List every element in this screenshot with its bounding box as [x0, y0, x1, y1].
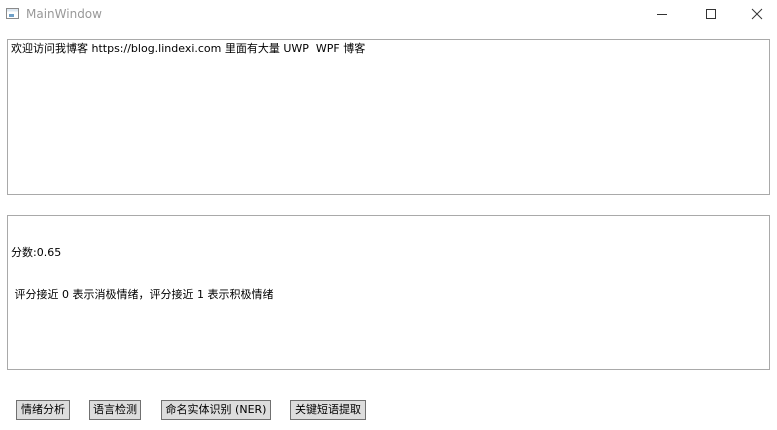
named-entity-recognition-button[interactable]: 命名实体识别 (NER)	[161, 400, 271, 420]
minimize-icon	[657, 14, 667, 15]
app-window-icon	[6, 8, 19, 19]
main-window: MainWindow 欢迎访问我博客 https://blog.lindexi.…	[0, 0, 777, 430]
maximize-button[interactable]	[688, 0, 734, 28]
minimize-button[interactable]	[639, 0, 685, 28]
result-textbox[interactable]: 分数:0.65 评分接近 0 表示消极情绪，评分接近 1 表示积极情绪	[7, 215, 770, 370]
title-bar: MainWindow	[0, 0, 777, 30]
score-text: 分数:0.65	[11, 246, 62, 259]
score-explanation-text: 评分接近 0 表示消极情绪，评分接近 1 表示积极情绪	[11, 288, 274, 301]
key-phrase-extraction-button[interactable]: 关键短语提取	[290, 400, 366, 420]
window-title: MainWindow	[26, 7, 102, 21]
sentiment-analysis-button[interactable]: 情绪分析	[16, 400, 70, 420]
maximize-icon	[706, 9, 716, 19]
input-textbox[interactable]: 欢迎访问我博客 https://blog.lindexi.com 里面有大量 U…	[7, 39, 770, 195]
language-detection-button[interactable]: 语言检测	[89, 400, 141, 420]
close-button[interactable]	[734, 0, 777, 28]
close-icon	[751, 8, 763, 20]
